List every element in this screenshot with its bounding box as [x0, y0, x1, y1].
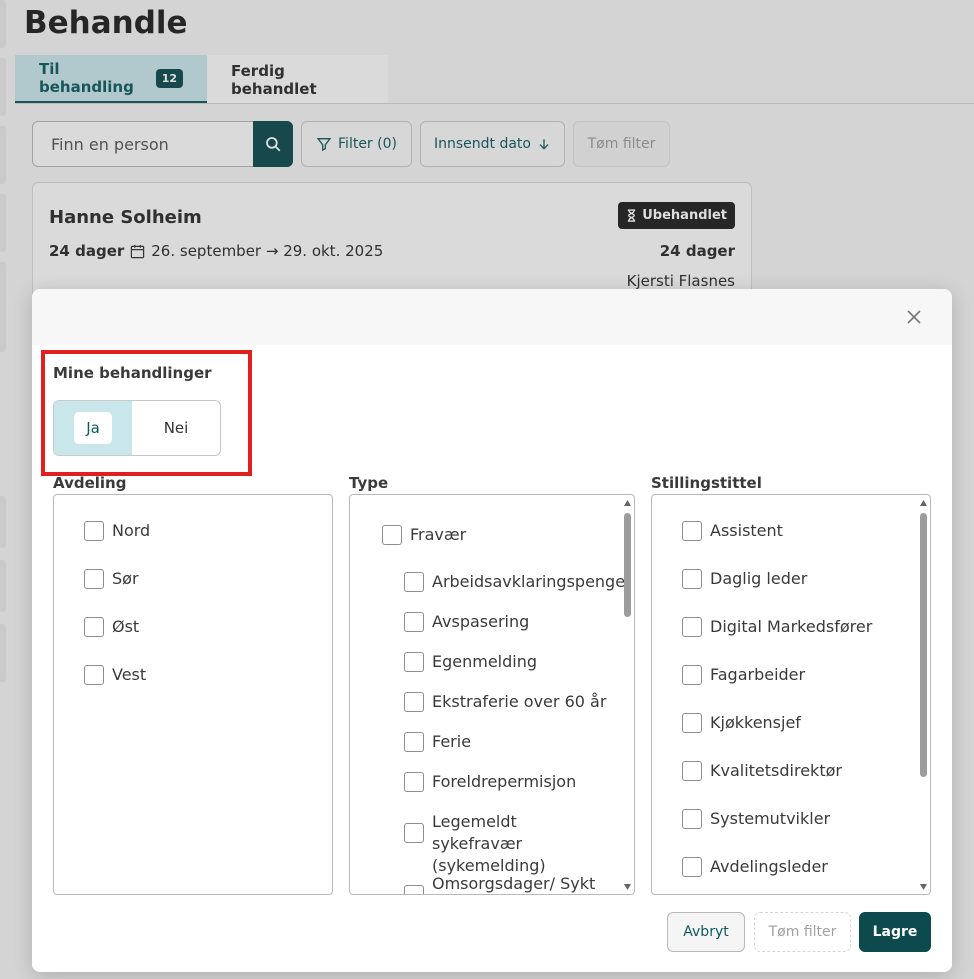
type-label: Type: [349, 474, 389, 492]
checkbox-label: Daglig leder: [710, 569, 808, 588]
checkbox[interactable]: [404, 885, 424, 894]
checkbox-label: Kvalitetsdirektør: [710, 761, 842, 780]
checkbox[interactable]: [382, 525, 402, 545]
scroll-up-icon[interactable]: [919, 499, 928, 507]
checkbox[interactable]: [682, 521, 702, 541]
avdeling-list[interactable]: Nord Sør Øst Vest: [53, 494, 333, 895]
checkbox[interactable]: [404, 823, 424, 843]
checkbox-label: Ferie: [432, 732, 472, 751]
scroll-thumb[interactable]: [624, 513, 631, 617]
scroll-down-icon[interactable]: [623, 883, 632, 891]
checkbox[interactable]: [682, 617, 702, 637]
mine-behandlinger-label: Mine behandlinger: [53, 364, 212, 382]
checkbox[interactable]: [682, 569, 702, 589]
checkbox-label: Fagarbeider: [710, 665, 806, 684]
mine-behandlinger-toggle: Ja Nei: [53, 400, 221, 456]
checkbox[interactable]: [682, 809, 702, 829]
checkbox-item[interactable]: Nord: [84, 520, 150, 542]
clear-filter-modal-button[interactable]: Tøm filter: [754, 912, 851, 952]
checkbox[interactable]: [404, 572, 424, 592]
checkbox-item[interactable]: Digital Markedsfører: [682, 616, 872, 638]
checkbox[interactable]: [404, 692, 424, 712]
checkbox-label: Fravær: [410, 525, 467, 544]
stillingstittel-list[interactable]: Assistent Daglig leder Digital Markedsfø…: [651, 494, 931, 895]
toggle-ja-label: Ja: [74, 412, 112, 444]
checkbox-item[interactable]: Ekstraferie over 60 år: [404, 691, 606, 713]
checkbox-item[interactable]: Ferie: [404, 731, 471, 753]
checkbox-item[interactable]: Foreldrepermisjon: [404, 771, 576, 793]
checkbox-item-parent[interactable]: Fravær: [382, 524, 466, 546]
checkbox-label: Nord: [112, 521, 151, 540]
checkbox-item[interactable]: Arbeidsavklaringspenge: [404, 571, 625, 593]
checkbox[interactable]: [682, 665, 702, 685]
checkbox-item[interactable]: Fagarbeider: [682, 664, 805, 686]
checkbox-label: Ekstraferie over 60 år: [432, 692, 607, 711]
checkbox[interactable]: [84, 665, 104, 685]
checkbox[interactable]: [404, 732, 424, 752]
stillingstittel-label: Stillingstittel: [651, 474, 762, 492]
checkbox-label: Egenmelding: [432, 652, 538, 671]
type-scrollbar[interactable]: [623, 499, 632, 891]
checkbox-label: Kjøkkensjef: [710, 713, 801, 732]
checkbox[interactable]: [84, 617, 104, 637]
checkbox-item[interactable]: Kjøkkensjef: [682, 712, 801, 734]
avdeling-label: Avdeling: [53, 474, 127, 492]
checkbox-item[interactable]: Kvalitetsdirektør: [682, 760, 842, 782]
checkbox-item[interactable]: Avspasering: [404, 611, 529, 633]
checkbox-item[interactable]: Egenmelding: [404, 651, 537, 673]
checkbox-item[interactable]: Øst: [84, 616, 139, 638]
checkbox-item[interactable]: Systemutvikler: [682, 808, 830, 830]
checkbox-label: Legemeldt sykefravær (sykemelding): [432, 812, 546, 875]
stillingstittel-scrollbar[interactable]: [919, 499, 928, 891]
checkbox[interactable]: [682, 761, 702, 781]
cancel-button[interactable]: Avbryt: [667, 912, 745, 952]
type-list[interactable]: Fravær Arbeidsavklaringspenge Avspaserin…: [349, 494, 635, 895]
checkbox-item[interactable]: Sør: [84, 568, 139, 590]
checkbox[interactable]: [84, 569, 104, 589]
toggle-nei[interactable]: Nei: [132, 401, 220, 455]
modal-header: [32, 289, 952, 345]
checkbox-label: Omsorgsdager/ Sykt: [432, 874, 596, 893]
checkbox-label: Øst: [112, 617, 140, 636]
scroll-down-icon[interactable]: [919, 883, 928, 891]
checkbox-label: Avspasering: [432, 612, 530, 631]
checkbox-item[interactable]: Assistent: [682, 520, 783, 542]
checkbox-label: Foreldrepermisjon: [432, 772, 577, 791]
scroll-thumb[interactable]: [920, 513, 927, 777]
checkbox-label: Vest: [112, 665, 147, 684]
checkbox-item[interactable]: Vest: [84, 664, 146, 686]
checkbox-item[interactable]: Legemeldt sykefravær (sykemelding): [404, 811, 609, 877]
checkbox[interactable]: [404, 612, 424, 632]
checkbox-label: Digital Markedsfører: [710, 617, 873, 636]
checkbox[interactable]: [404, 652, 424, 672]
close-icon[interactable]: [904, 307, 924, 327]
checkbox-label: Systemutvikler: [710, 809, 831, 828]
checkbox[interactable]: [682, 857, 702, 877]
checkbox-item[interactable]: Daglig leder: [682, 568, 807, 590]
checkbox-item[interactable]: Avdelingsleder: [682, 856, 828, 878]
checkbox-label: Assistent: [710, 521, 783, 540]
checkbox-label: Sør: [112, 569, 139, 588]
checkbox-label: Avdelingsleder: [710, 857, 828, 876]
checkbox[interactable]: [404, 772, 424, 792]
scroll-up-icon[interactable]: [623, 499, 632, 507]
checkbox-label: Arbeidsavklaringspenge: [432, 572, 626, 591]
checkbox-item[interactable]: Omsorgsdager/ Sykt: [404, 873, 596, 894]
save-button[interactable]: Lagre: [859, 912, 931, 952]
toggle-ja[interactable]: Ja: [54, 401, 132, 455]
checkbox[interactable]: [84, 521, 104, 541]
checkbox[interactable]: [682, 713, 702, 733]
